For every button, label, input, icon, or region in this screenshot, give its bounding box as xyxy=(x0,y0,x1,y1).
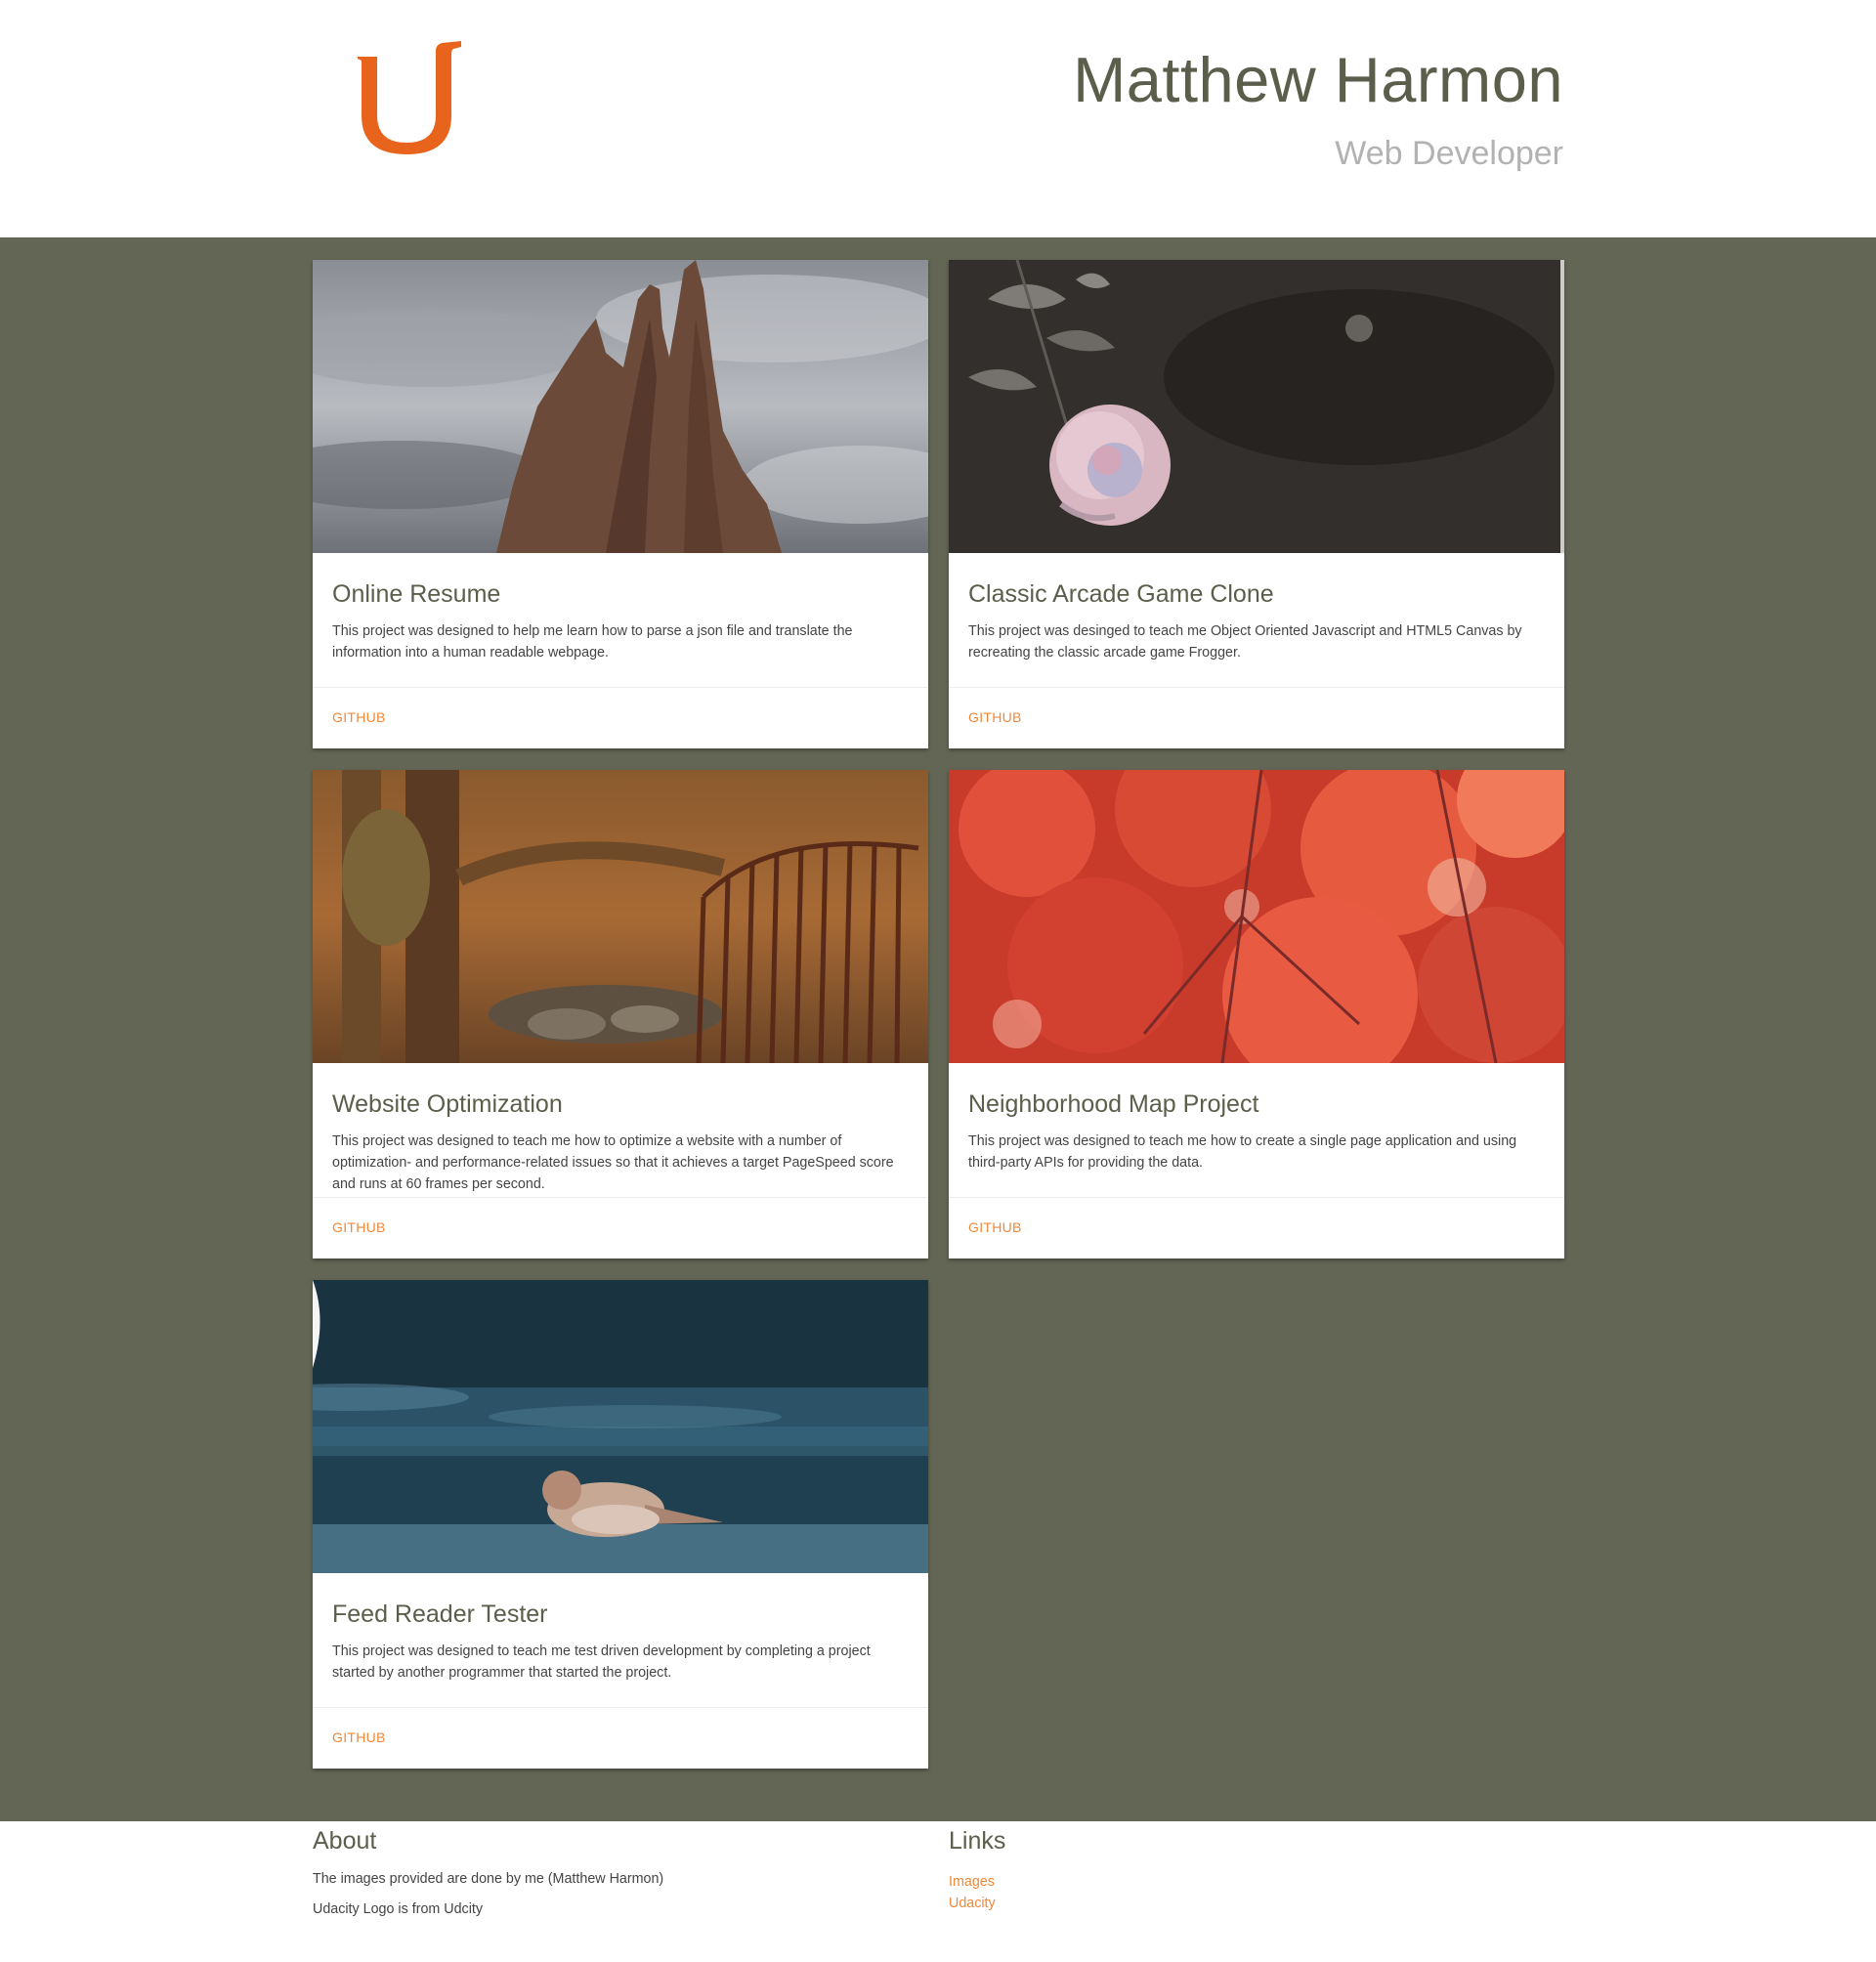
site-owner-role: Web Developer xyxy=(1335,135,1563,172)
projects-section: Online Resume This project was designed … xyxy=(0,237,1876,1821)
footer-about: About The images provided are done by me… xyxy=(313,1827,663,1932)
github-link[interactable]: GITHUB xyxy=(332,1729,386,1745)
project-card: Neighborhood Map Project This project wa… xyxy=(949,770,1564,1258)
project-card: Online Resume This project was designed … xyxy=(313,260,928,748)
project-description: This project was designed to teach me te… xyxy=(332,1643,871,1681)
project-title: Neighborhood Map Project xyxy=(968,1090,1259,1118)
project-image-rock-spires xyxy=(313,260,928,553)
project-title: Feed Reader Tester xyxy=(332,1600,548,1628)
project-card: Classic Arcade Game Clone This project w… xyxy=(949,260,1564,748)
project-image-forest-gate xyxy=(313,770,928,1063)
card-divider xyxy=(949,1197,1564,1198)
github-link[interactable]: GITHUB xyxy=(332,1219,386,1235)
github-link[interactable]: GITHUB xyxy=(332,709,386,725)
project-description: This project was designed to help me lea… xyxy=(332,623,853,661)
project-description: This project was designed to teach me ho… xyxy=(968,1133,1517,1171)
footer-link-udacity[interactable]: Udacity xyxy=(949,1893,1005,1914)
project-description: This project was desinged to teach me Ob… xyxy=(968,623,1522,661)
page-header: Matthew Harmon Web Developer xyxy=(0,0,1876,237)
project-title: Online Resume xyxy=(332,580,501,608)
card-divider xyxy=(313,1707,928,1708)
project-title: Classic Arcade Game Clone xyxy=(968,580,1274,608)
project-image-sparrow xyxy=(313,1280,928,1573)
project-title: Website Optimization xyxy=(332,1090,563,1118)
project-card: Feed Reader Tester This project was desi… xyxy=(313,1280,928,1769)
github-link[interactable]: GITHUB xyxy=(968,709,1022,725)
site-owner-name: Matthew Harmon xyxy=(1073,44,1563,115)
udacity-logo[interactable] xyxy=(350,37,467,156)
footer-links: Links Images Udacity xyxy=(949,1827,1005,1914)
card-divider xyxy=(949,687,1564,688)
project-description: This project was designed to teach me ho… xyxy=(332,1133,894,1192)
page-footer: About The images provided are done by me… xyxy=(0,1821,1876,1962)
github-link[interactable]: GITHUB xyxy=(968,1219,1022,1235)
footer-link-images[interactable]: Images xyxy=(949,1871,1005,1893)
project-image-rose xyxy=(949,260,1564,553)
footer-about-line: Udacity Logo is from Udcity xyxy=(313,1901,484,1917)
card-divider xyxy=(313,1197,928,1198)
footer-about-line: The images provided are done by me (Matt… xyxy=(313,1871,664,1887)
footer-links-heading: Links xyxy=(949,1827,1006,1855)
project-card: Website Optimization This project was de… xyxy=(313,770,928,1258)
card-divider xyxy=(313,687,928,688)
footer-about-heading: About xyxy=(313,1827,377,1855)
project-image-red-maple xyxy=(949,770,1564,1063)
